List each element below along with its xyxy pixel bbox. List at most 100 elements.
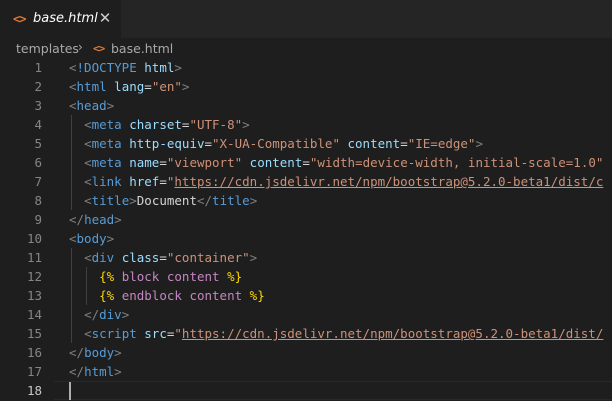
code-token: < xyxy=(84,326,92,341)
html-file-icon: <> xyxy=(13,12,26,26)
code-line[interactable]: 9 </head> xyxy=(0,210,612,229)
code-text: <html lang="en"> xyxy=(69,77,189,96)
code-line[interactable]: 8 <title>Document</title> xyxy=(0,191,612,210)
code-token: "viewport" xyxy=(166,155,243,170)
code-line[interactable]: 17 </html> xyxy=(0,362,612,381)
code-token: < xyxy=(84,117,92,132)
code-token: content xyxy=(249,155,303,170)
code-line[interactable]: 18 xyxy=(0,381,612,400)
code-token: class xyxy=(121,250,160,265)
code-line[interactable]: 5 <meta http-equiv="X-UA-Compatible" con… xyxy=(0,134,612,153)
tab-base-html[interactable]: <> base.html ✕ xyxy=(0,0,122,38)
code-line[interactable]: 15 <script src="https://cdn.jsdelivr.net… xyxy=(0,324,612,343)
code-text: <link href="https://cdn.jsdelivr.net/npm… xyxy=(69,172,603,191)
code-token: div xyxy=(99,307,122,322)
code-token: title xyxy=(91,193,130,208)
code-line[interactable]: 13 {% endblock content %} xyxy=(0,286,612,305)
code-line[interactable]: 12 {% block content %} xyxy=(0,267,612,286)
code-line[interactable]: 1 <!DOCTYPE html> xyxy=(0,58,612,77)
code-line[interactable]: 7 <link href="https://cdn.jsdelivr.net/n… xyxy=(0,172,612,191)
code-token: {% xyxy=(99,288,115,303)
code-line[interactable]: 10 <body> xyxy=(0,229,612,248)
breadcrumb: templates › <> base.html xyxy=(0,38,612,60)
line-number: 12 xyxy=(26,269,42,284)
code-token: body xyxy=(76,231,107,246)
code-area[interactable]: 1 <!DOCTYPE html> 2 <html lang="en"> 3 <head>… xyxy=(0,58,612,401)
code-token: < xyxy=(69,60,77,75)
code-text: <meta http-equiv="X-UA-Compatible" conte… xyxy=(69,134,483,153)
code-token: > xyxy=(121,307,130,322)
code-line[interactable]: 3 <head> xyxy=(0,96,612,115)
code-token[interactable]: https://cdn.jsdelivr.net/npm/bootstrap@5… xyxy=(182,326,603,341)
code-token: > xyxy=(129,193,137,208)
line-number: 15 xyxy=(26,326,42,341)
line-number: 11 xyxy=(26,250,42,265)
code-line[interactable]: 4 <meta charset="UTF-8"> xyxy=(0,115,612,134)
line-number: 13 xyxy=(26,288,42,303)
code-token: = xyxy=(159,174,167,189)
code-token: = xyxy=(400,136,408,151)
code-token: > xyxy=(249,250,258,265)
code-token: < xyxy=(84,193,92,208)
line-number: 10 xyxy=(26,231,42,246)
code-token[interactable]: https://cdn.jsdelivr.net/npm/bootstrap@5… xyxy=(174,174,603,189)
code-token: html xyxy=(76,79,107,94)
code-token: href xyxy=(129,174,160,189)
close-icon[interactable]: ✕ xyxy=(98,9,112,27)
chevron-right-icon: › xyxy=(78,40,83,54)
code-token: div xyxy=(91,250,115,265)
code-token: > xyxy=(249,193,258,208)
code-text: </body> xyxy=(69,343,122,362)
code-token: </ xyxy=(84,307,100,322)
code-token: body xyxy=(84,345,115,360)
code-line[interactable]: 6 <meta name="viewport" content="width=d… xyxy=(0,153,612,172)
code-text: <div class="container"> xyxy=(69,248,257,267)
code-token: = xyxy=(302,155,310,170)
line-number: 18 xyxy=(26,383,42,398)
code-token: > xyxy=(114,212,122,227)
code-token: < xyxy=(69,231,77,246)
code-text: {% block content %} xyxy=(69,267,242,286)
code-line[interactable]: 2 <html lang="en"> xyxy=(0,77,612,96)
code-token: "width=device-width, initial-scale=1.0" xyxy=(309,155,604,170)
code-token: < xyxy=(84,136,92,151)
code-token: name xyxy=(129,155,160,170)
code-line[interactable]: 16 </body> xyxy=(0,343,612,362)
code-token: head xyxy=(84,212,115,227)
code-line[interactable]: 11 <div class="container"> xyxy=(0,248,612,267)
code-text: <title>Document</title> xyxy=(69,191,257,210)
code-token: meta xyxy=(91,136,122,151)
code-token: %} xyxy=(227,269,243,284)
code-token: = xyxy=(159,155,167,170)
breadcrumb-folder[interactable]: templates xyxy=(16,41,79,56)
code-token: </ xyxy=(69,364,85,379)
code-text: <body> xyxy=(69,229,114,248)
code-token: lang xyxy=(114,79,145,94)
code-token: html xyxy=(144,60,175,75)
tab-label: base.html xyxy=(33,11,98,26)
code-token: </ xyxy=(69,345,85,360)
breadcrumb-file[interactable]: base.html xyxy=(111,41,173,56)
code-token: > xyxy=(114,364,122,379)
code-text: {% endblock content %} xyxy=(69,286,265,305)
code-token: charset xyxy=(129,117,182,132)
code-line[interactable]: 14 </div> xyxy=(0,305,612,324)
code-token: > xyxy=(181,79,190,94)
code-token: > xyxy=(242,117,250,132)
code-token: head xyxy=(76,98,107,113)
code-text: </html> xyxy=(69,362,122,381)
